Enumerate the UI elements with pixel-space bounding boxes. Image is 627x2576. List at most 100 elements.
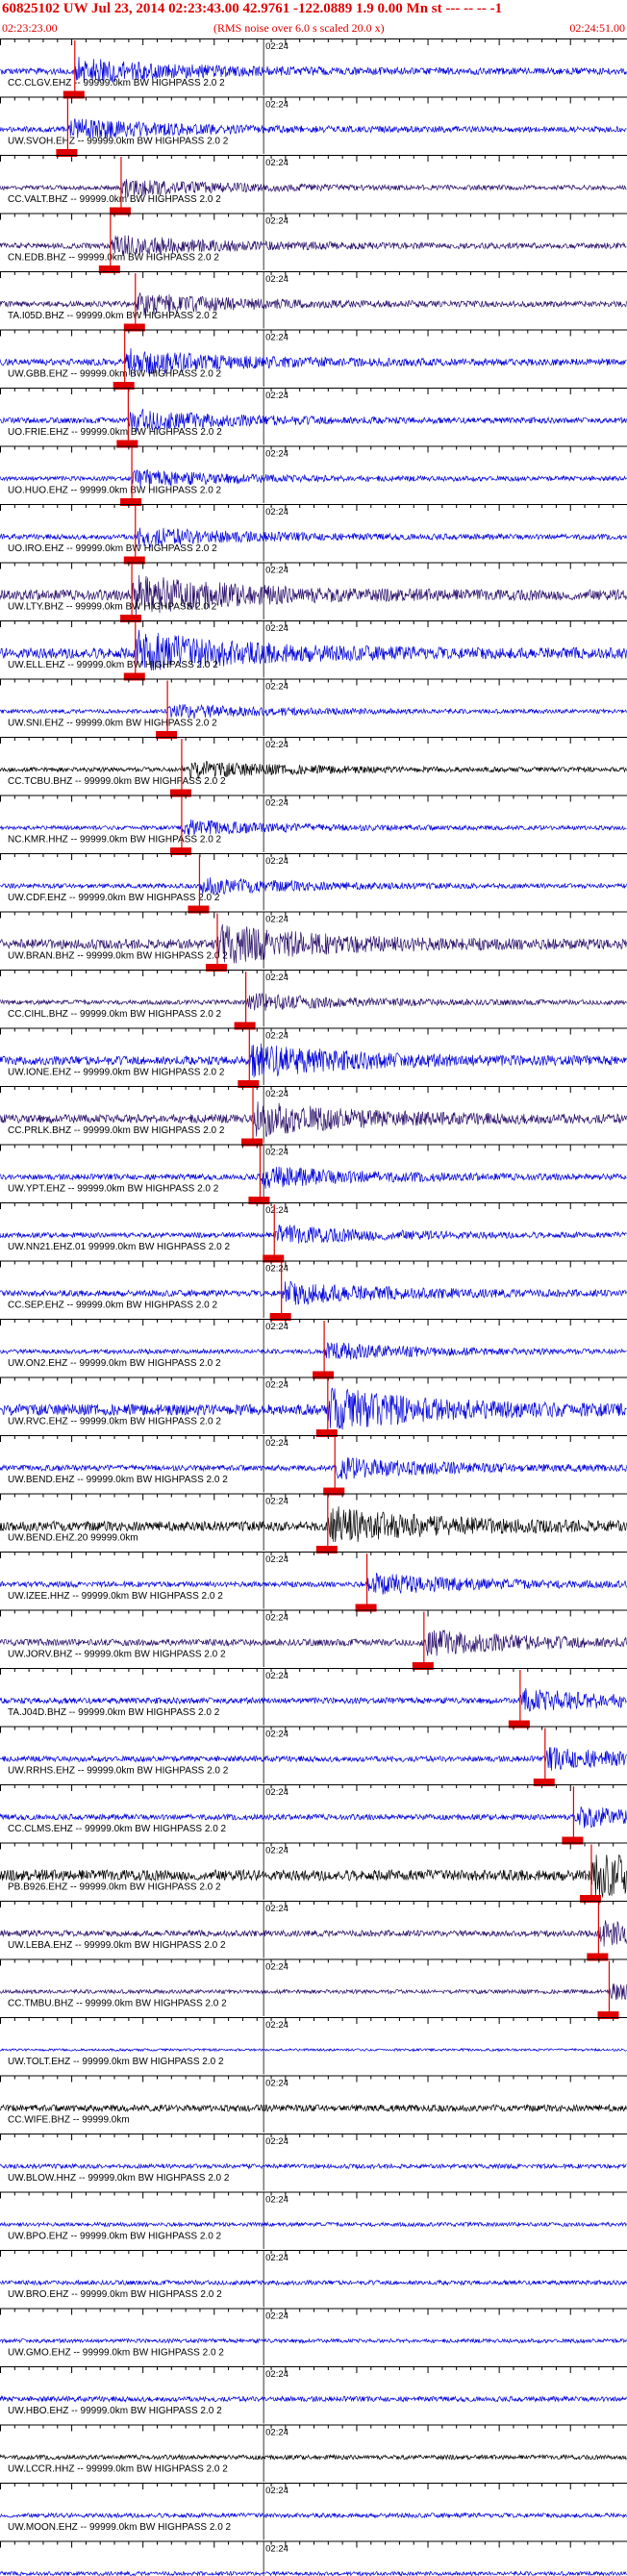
- trace-0: 02:24 CC.CLGV.EHZ -- 99999.0km BW HIGHPAS…: [0, 38, 627, 99]
- trace-14: 02:24 UW.CDF.EHZ -- 99999.0km BW HIGHPASS…: [0, 853, 627, 914]
- waveform: [0, 2512, 627, 2519]
- minute-label: 02:24: [265, 507, 288, 518]
- station-label: UW.CDF.EHZ -- 99999.0km BW HIGHPASS 2.0 …: [8, 893, 220, 903]
- waveform: [0, 2221, 627, 2228]
- trace-8: 02:24 UO.IRO.EHZ -- 99999.0km BW HIGHPASS…: [0, 504, 627, 565]
- trace-43: 02:24UW.VIP.EHZ -- 99999.0km BW HIGHPASS…: [0, 2540, 627, 2576]
- trace-6: 02:24 UO.FRIE.EHZ -- 99999.0km BW HIGHPAS…: [0, 388, 627, 448]
- station-label: CC.CIHL.BHZ -- 99999.0km BW HIGHPASS 2.0…: [8, 1009, 222, 1020]
- trace-18: 02:24 CC.PRLK.BHZ -- 99999.0km BW HIGHPAS…: [0, 1086, 627, 1147]
- waveform: [0, 2047, 627, 2053]
- trace-3: 02:24 CN.EDB.BHZ -- 99999.0km BW HIGHPASS…: [0, 213, 627, 273]
- minute-label: 02:24: [265, 1787, 288, 1798]
- trace-26: 02:24 UW.IZEE.HHZ -- 99999.0km BW HIGHPAS…: [0, 1552, 627, 1612]
- station-label: UW.BRO.EHZ -- 99999.0km BW HIGHPASS 2.0 …: [8, 2289, 222, 2300]
- station-label: UW.SVOH.EHZ -- 99999.0km BW HIGHPASS 2.0…: [8, 137, 229, 147]
- station-label: UW.BEND.EHZ.20 99999.0km: [8, 1533, 138, 1544]
- waveform: [0, 819, 627, 836]
- station-label: CC.CLMS.EHZ -- 99999.0km BW HIGHPASS 2.0…: [8, 1824, 227, 1834]
- minute-label: 02:24: [265, 2136, 288, 2147]
- minute-label: 02:24: [265, 623, 288, 634]
- minute-label: 02:24: [265, 1904, 288, 1914]
- minute-label: 02:24: [265, 2195, 288, 2206]
- trace-22: 02:24 UW.ON2.EHZ -- 99999.0km BW HIGHPASS…: [0, 1319, 627, 1379]
- trace-27: 02:24 UW.JORV.BHZ -- 99999.0km BW HIGHPAS…: [0, 1609, 627, 1670]
- station-label: UW.ON2.EHZ -- 99999.0km BW HIGHPASS 2.0 …: [8, 1358, 221, 1369]
- minute-label: 02:24: [265, 1264, 288, 1275]
- trace-2: 02:24 CC.VALT.BHZ -- 99999.0km BW HIGHPAS…: [0, 155, 627, 215]
- station-label: UW.MOON.EHZ -- 99999.0km BW HIGHPASS 2.0…: [8, 2522, 232, 2533]
- trace-41: 02:24 UW.LCCR.HHZ -- 99999.0km BW HIGHPAS…: [0, 2424, 627, 2482]
- trace-33: 02:24 CC.TMBU.BHZ -- 99999.0km BW HIGHPAS…: [0, 1958, 627, 2019]
- waveform: [0, 2570, 627, 2576]
- trace-37: 02:24 UW.BPO.EHZ -- 99999.0km BW HIGHPASS…: [0, 2191, 627, 2249]
- minute-label: 02:24: [265, 915, 288, 925]
- trace-32: 02:24 UW.LEBA.EHZ -- 99999.0km BW HIGHPAS…: [0, 1901, 627, 1961]
- station-label: CC.SEP.EHZ -- 99999.0km BW HIGHPASS 2.0 …: [8, 1301, 217, 1311]
- trace-29: 02:24 UW.RRHS.EHZ -- 99999.0km BW HIGHPAS…: [0, 1726, 627, 1786]
- minute-label: 02:24: [265, 1730, 288, 1740]
- station-label: UW.LCCR.HHZ -- 99999.0km BW HIGHPASS 2.0…: [8, 2464, 228, 2475]
- minute-label: 02:24: [265, 740, 288, 750]
- station-label: UW.RRHS.EHZ -- 99999.0km BW HIGHPASS 2.0…: [8, 1766, 229, 1777]
- minute-label: 02:24: [265, 41, 288, 52]
- trace-21: 02:24 CC.SEP.EHZ -- 99999.0km BW HIGHPASS…: [0, 1260, 627, 1321]
- station-label: UW.IZEE.HHZ -- 99999.0km BW HIGHPASS 2.0…: [8, 1591, 223, 1602]
- station-label: UW.YPT.EHZ -- 99999.0km BW HIGHPASS 2.0 …: [8, 1184, 219, 1195]
- trace-17: 02:24 UW.IONE.EHZ -- 99999.0km BW HIGHPAS…: [0, 1027, 627, 1088]
- station-label: UW.BEND.EHZ -- 99999.0km BW HIGHPASS 2.0…: [8, 1475, 228, 1485]
- minute-label: 02:24: [265, 216, 288, 227]
- minute-label: 02:24: [265, 2544, 288, 2555]
- minute-label: 02:24: [265, 2369, 288, 2380]
- station-label: UW.IONE.EHZ -- 99999.0km BW HIGHPASS 2.0…: [8, 1068, 225, 1078]
- station-label: UW.ELL.EHZ -- 99999.0km BW HIGHPASS 2.0 …: [8, 660, 218, 670]
- waveform: [0, 2395, 627, 2403]
- waveform: [0, 2279, 627, 2286]
- minute-label: 02:24: [265, 391, 288, 401]
- minute-label: 02:24: [265, 682, 288, 693]
- minute-label: 02:24: [265, 158, 288, 168]
- trace-9: 02:24 UW.LTY.BHZ -- 99999.0km BW HIGHPASS…: [0, 562, 627, 622]
- trace-4: 02:24 TA.I05D.BHZ -- 99999.0km BW HIGHPAS…: [0, 271, 627, 332]
- minute-label: 02:24: [265, 449, 288, 460]
- station-label: UW.LEBA.EHZ -- 99999.0km BW HIGHPASS 2.0…: [8, 1940, 226, 1951]
- station-label: UW.RVC.EHZ -- 99999.0km BW HIGHPASS 2.0 …: [8, 1417, 221, 1427]
- trace-35: 02:24 CC.WIFE.BHZ -- 99999.0km: [0, 2075, 627, 2133]
- station-label: PB.B926.EHZ -- 99999.0km BW HIGHPASS 2.0…: [8, 1882, 221, 1893]
- minute-label: 02:24: [265, 274, 288, 285]
- station-label: UW.BRAN.BHZ -- 99999.0km BW HIGHPASS 2.0…: [8, 951, 228, 962]
- waveform: [0, 703, 627, 719]
- minute-label: 02:24: [265, 1554, 288, 1565]
- station-label: UW.NN21.EHZ.01 99999.0km BW HIGHPASS 2.0…: [8, 1242, 230, 1252]
- minute-label: 02:24: [265, 1031, 288, 1042]
- station-label: CC.TMBU.BHZ -- 99999.0km BW HIGHPASS 2.0…: [8, 1999, 227, 2009]
- station-label: CC.CLGV.EHZ -- 99999.0km BW HIGHPASS 2.0…: [8, 78, 225, 88]
- minute-label: 02:24: [265, 2020, 288, 2031]
- station-label: UW.SNI.EHZ -- 99999.0km BW HIGHPASS 2.0 …: [8, 719, 217, 729]
- trace-24: 02:24 UW.BEND.EHZ -- 99999.0km BW HIGHPAS…: [0, 1435, 627, 1496]
- station-label: UW.LTY.BHZ -- 99999.0km BW HIGHPASS 2.0 …: [8, 602, 217, 613]
- minute-label: 02:24: [265, 1322, 288, 1332]
- minute-label: 02:24: [265, 2486, 288, 2496]
- trace-1: 02:24 UW.SVOH.EHZ -- 99999.0km BW HIGHPAS…: [0, 96, 627, 157]
- waveform: [0, 2453, 627, 2462]
- station-label: UW.GBB.EHZ -- 99999.0km BW HIGHPASS 2.0 …: [8, 369, 222, 380]
- trace-38: 02:24 UW.BRO.EHZ -- 99999.0km BW HIGHPASS…: [0, 2250, 627, 2308]
- minute-label: 02:24: [265, 2253, 288, 2263]
- station-label: CC.VALT.BHZ -- 99999.0km BW HIGHPASS 2.0…: [8, 194, 221, 205]
- trace-25: 02:24 UW.BEND.EHZ.20 99999.0km: [0, 1493, 627, 1553]
- trace-34: 02:24 UW.TOLT.EHZ -- 99999.0km BW HIGHPAS…: [0, 2017, 627, 2075]
- trace-20: 02:24 UW.NN21.EHZ.01 99999.0km BW HIGHPAS…: [0, 1202, 627, 1263]
- station-label: UW.BLOW.HHZ -- 99999.0km BW HIGHPASS 2.0…: [8, 2173, 230, 2184]
- trace-13: 02:24 NC.KMR.HHZ -- 99999.0km BW HIGHPASS…: [0, 795, 627, 855]
- minute-label: 02:24: [265, 1497, 288, 1507]
- minute-label: 02:24: [265, 1671, 288, 1681]
- station-label: UW.JORV.BHZ -- 99999.0km BW HIGHPASS 2.0…: [8, 1650, 226, 1660]
- trace-23: 02:24 UW.RVC.EHZ -- 99999.0km BW HIGHPASS…: [0, 1376, 627, 1437]
- station-label: UO.FRIE.EHZ -- 99999.0km BW HIGHPASS 2.0…: [8, 427, 222, 438]
- station-label: UO.IRO.EHZ -- 99999.0km BW HIGHPASS 2.0 …: [8, 543, 217, 554]
- station-label: TA.I05D.BHZ -- 99999.0km BW HIGHPASS 2.0…: [8, 311, 217, 321]
- station-label: UW.GMO.EHZ -- 99999.0km BW HIGHPASS 2.0 …: [8, 2348, 224, 2359]
- waveform: [0, 2103, 627, 2113]
- minute-label: 02:24: [265, 100, 288, 111]
